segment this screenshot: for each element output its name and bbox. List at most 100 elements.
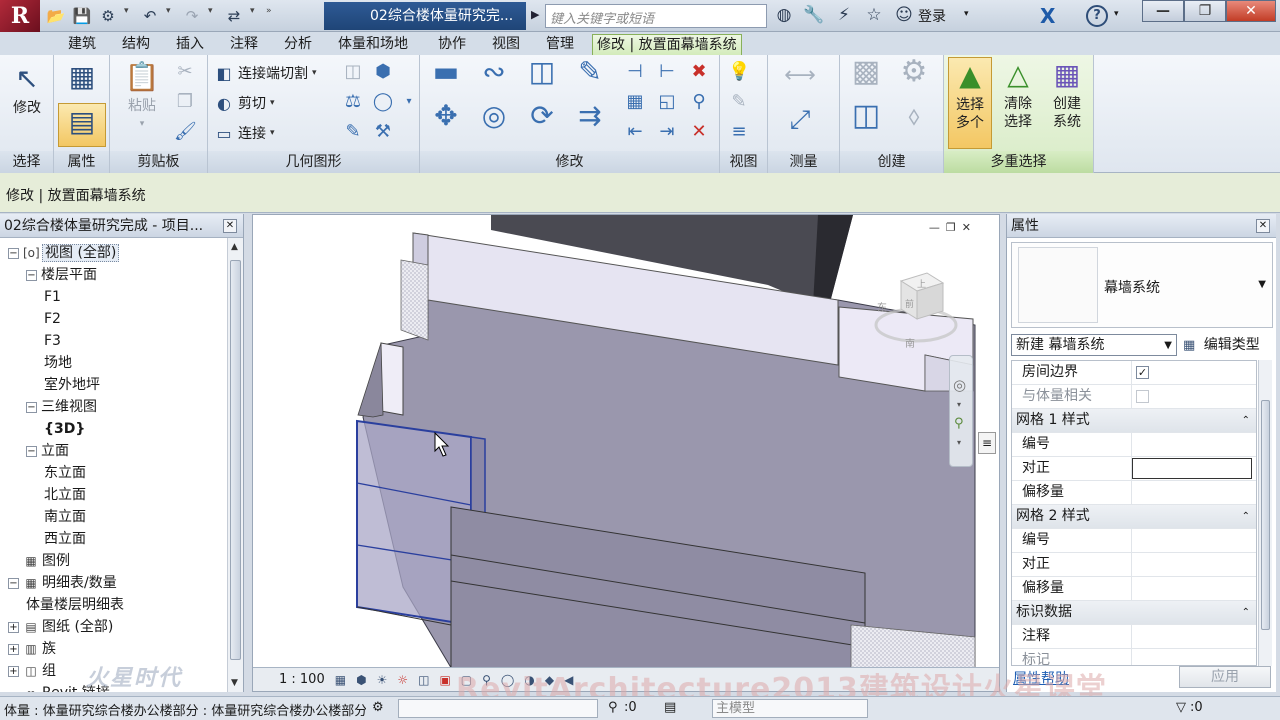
tab-view[interactable]: 视图 [488,34,524,55]
help-icon[interactable]: ? [1086,5,1108,27]
collapse-icon[interactable]: − [8,247,19,259]
expand-icon[interactable]: + [8,621,19,633]
login-button[interactable]: 登录 [918,6,946,26]
tree-node[interactable]: − [o] 视图 (全部) [8,242,120,264]
tree-node[interactable]: − 楼层平面 [26,264,97,286]
chevron-down-icon[interactable]: ▾ [957,400,961,409]
save-icon[interactable]: 💾 [72,6,92,26]
tree-node[interactable]: − 三维视图 [26,396,97,418]
paste-button[interactable]: 📋 粘贴 ▾ [116,59,168,133]
property-row[interactable]: 注释 [1012,625,1256,649]
worksets-icon[interactable]: ⚙ [372,700,384,715]
collapse-icon[interactable]: − [8,577,19,589]
tab-analyze[interactable]: 分析 [280,34,316,55]
tab-massing-site[interactable]: 体量和场地 [334,34,412,55]
subscription-icon[interactable]: 🔧 [802,5,826,25]
visual-style-icon[interactable]: ⬢ [356,673,366,687]
tree-node[interactable]: F3 [44,330,61,352]
redo-icon[interactable]: ↷ [182,6,202,26]
apply-button[interactable]: 应用 [1179,666,1271,688]
chevron-down-icon[interactable]: ▾ [250,6,260,26]
tree-node[interactable]: 北立面 [44,484,86,506]
minimize-button[interactable]: — [1142,0,1184,22]
property-row[interactable]: 编号 [1012,433,1256,457]
scrollbar-thumb[interactable] [230,260,241,660]
editable-only-icon[interactable]: ▤ [664,700,676,715]
demolish-icon[interactable]: ⚖ [342,91,364,113]
property-value[interactable] [1132,553,1256,576]
property-value[interactable] [1132,577,1256,600]
property-value[interactable] [1132,481,1256,504]
tree-node[interactable]: {3D} [44,418,85,440]
app-menu-button[interactable]: R [0,0,40,32]
restore-view-icon[interactable]: ❐ [946,221,956,234]
split-face-icon[interactable]: ⬢ [372,61,394,83]
property-value[interactable] [1132,529,1256,552]
view-scale[interactable]: 1 : 100 [279,672,325,687]
join-button[interactable]: ▭ 连接 ▾ [214,123,274,143]
close-icon[interactable]: ✕ [1256,219,1270,233]
tree-node[interactable]: F2 [44,308,61,330]
tree-node[interactable]: − ▦ 明细表/数量 [8,572,117,594]
property-row[interactable]: 编号 [1012,529,1256,553]
move-icon[interactable]: ✥ [428,102,464,141]
tab-structure[interactable]: 结构 [118,34,154,55]
create-assembly-icon[interactable]: ▩ [846,57,886,101]
offset-icon[interactable]: ∾ [476,58,512,97]
scale-icon[interactable]: ◱ [656,91,678,113]
tree-node[interactable]: 西立面 [44,528,86,550]
filter-icon[interactable]: ▽ [1176,700,1186,715]
property-row[interactable]: 对正 [1012,553,1256,577]
show-crop-icon[interactable]: ▢ [461,673,472,687]
pin-icon[interactable]: ⚲ [688,91,710,113]
collapse-icon[interactable]: − [26,269,37,281]
scroll-left-icon[interactable]: ◀ [564,673,573,687]
tab-annotate[interactable]: 注释 [226,34,262,55]
property-checkbox[interactable]: ✓ [1136,366,1149,379]
tab-architecture[interactable]: 建筑 [64,34,100,55]
unpin-icon[interactable]: ✖ [688,61,710,83]
detail-level-icon[interactable]: ▦ [335,673,346,687]
tree-node[interactable]: 南立面 [44,506,86,528]
workset-select[interactable] [398,699,598,718]
tree-node[interactable]: F1 [44,286,61,308]
split-gap-icon[interactable]: ⊢ [656,61,678,83]
property-row[interactable]: 对正 [1012,457,1256,481]
chevron-down-icon[interactable]: ▾ [124,6,134,26]
aligned-dimension-icon[interactable]: ⤢ [778,107,822,133]
worksharing-icon[interactable]: ◆ [545,673,554,687]
cut-scissors-icon[interactable]: ✂ [174,61,196,83]
scrollbar-thumb[interactable] [1261,400,1270,630]
sync-icon[interactable]: ⚙ [98,6,118,26]
property-row[interactable]: 偏移量 [1012,577,1256,601]
override-graphics-icon[interactable]: ✎ [728,91,750,113]
clear-selection-button[interactable]: △ 清除 选择 [996,57,1040,131]
tab-insert[interactable]: 插入 [172,34,208,55]
tree-node[interactable]: ∞Revit 链接 [8,682,110,692]
property-checkbox[interactable] [1136,390,1149,403]
collapse-group-icon[interactable]: ⌃ [1242,505,1250,528]
tree-node[interactable]: + ◫ 组 [8,660,56,682]
steering-wheel-icon[interactable]: ◎ [953,376,966,394]
tree-node[interactable]: 场地 [44,352,72,374]
property-value[interactable]: ✓ [1132,361,1256,384]
search-input[interactable]: 键入关键字或短语 [545,4,767,28]
trim-single-icon[interactable]: ⇤ [624,121,646,143]
mirror-draw-icon[interactable]: ✎ [572,58,608,97]
tree-node[interactable]: 体量楼层明细表 [26,594,124,616]
3d-view[interactable]: 上 前 东 南 — ❐ ✕ ◎ ▾ ⚲ ▾ 1 : 100 ▦ ⬢ ☀ ☼ ◫ … [252,214,1000,692]
shadows-icon[interactable]: ☼ [397,673,408,687]
mirror-axis-icon[interactable]: ◫ [524,58,560,97]
tree-node[interactable]: + ▤ 图纸 (全部) [8,616,113,638]
property-row[interactable]: 标记 [1012,649,1256,665]
restore-button[interactable]: ❐ [1184,0,1226,22]
chevron-down-icon[interactable]: ▾ [964,9,969,19]
temporary-hide-icon[interactable]: ◯ [501,673,514,687]
chevron-down-icon[interactable]: ▼ [1258,279,1266,290]
array-icon[interactable]: ▦ [624,91,646,113]
delete-icon[interactable]: ✕ [688,121,710,143]
properties-help-link[interactable]: 属性帮助 [1013,668,1069,688]
trim-multiple-icon[interactable]: ⇥ [656,121,678,143]
type-selector[interactable]: 幕墙系统 ▼ [1011,242,1273,328]
zoom-icon[interactable]: ⚲ [954,416,964,431]
